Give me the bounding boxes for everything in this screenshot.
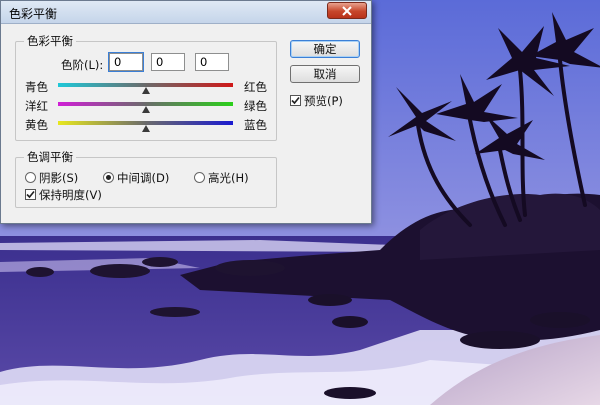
ok-button[interactable]: 确定 bbox=[290, 40, 360, 58]
cancel-button[interactable]: 取消 bbox=[290, 65, 360, 83]
preserve-luminosity-checkbox[interactable] bbox=[25, 189, 36, 200]
midtones-label[interactable]: 中间调(D) bbox=[117, 170, 169, 186]
level-input-cyan-red[interactable] bbox=[108, 52, 144, 72]
close-icon bbox=[342, 5, 352, 16]
cyan-red-slider-thumb[interactable] bbox=[141, 87, 150, 94]
magenta-green-slider-thumb[interactable] bbox=[141, 106, 150, 113]
red-label: 红色 bbox=[244, 80, 267, 94]
level-input-yellow-blue[interactable] bbox=[195, 53, 229, 71]
color-balance-legend: 色彩平衡 bbox=[27, 34, 73, 48]
color-balance-dialog: 色彩平衡 色彩平衡 色阶(L): 青色 红色 洋红 绿色 黄色 蓝色 色调平衡 … bbox=[0, 0, 372, 224]
shadows-label[interactable]: 阴影(S) bbox=[39, 170, 78, 186]
magenta-label: 洋红 bbox=[25, 99, 48, 113]
midtones-radio[interactable] bbox=[103, 172, 114, 183]
preview-checkbox[interactable] bbox=[290, 95, 301, 106]
dialog-title: 色彩平衡 bbox=[9, 7, 58, 21]
preserve-luminosity-label[interactable]: 保持明度(V) bbox=[39, 187, 102, 203]
yellow-label: 黄色 bbox=[25, 118, 48, 132]
yellow-blue-slider-thumb[interactable] bbox=[141, 125, 150, 132]
levels-label: 色阶(L): bbox=[61, 58, 104, 72]
green-label: 绿色 bbox=[244, 99, 267, 113]
cyan-label: 青色 bbox=[25, 80, 48, 94]
tone-balance-legend: 色调平衡 bbox=[27, 150, 73, 164]
highlights-label[interactable]: 高光(H) bbox=[208, 170, 249, 186]
blue-label: 蓝色 bbox=[244, 118, 267, 132]
checkmark-icon bbox=[291, 96, 300, 105]
highlights-radio[interactable] bbox=[194, 172, 205, 183]
preview-label[interactable]: 预览(P) bbox=[304, 93, 343, 109]
shadows-radio[interactable] bbox=[25, 172, 36, 183]
dialog-titlebar[interactable]: 色彩平衡 bbox=[1, 1, 371, 24]
close-button[interactable] bbox=[327, 2, 367, 19]
level-input-magenta-green[interactable] bbox=[151, 53, 185, 71]
checkmark-icon bbox=[26, 190, 35, 199]
